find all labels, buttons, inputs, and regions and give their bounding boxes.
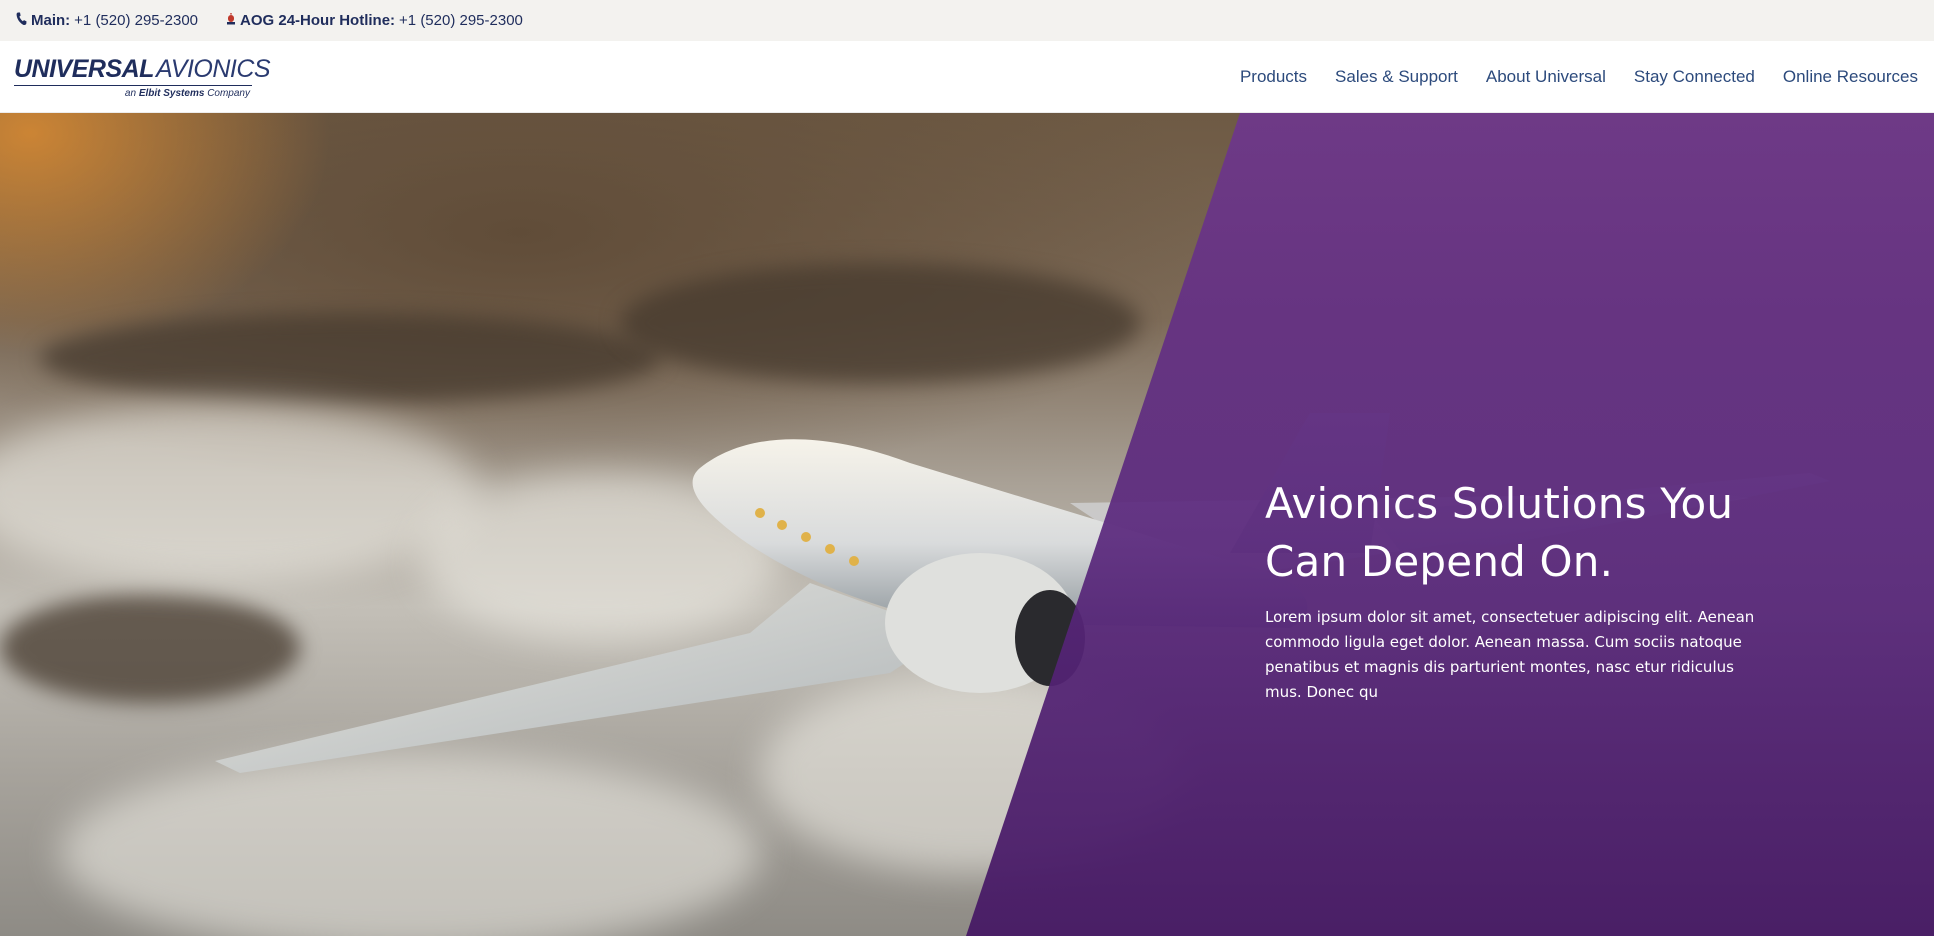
utility-bar: Main: +1 (520) 295-2300 AOG 24-Hour Hotl… xyxy=(0,0,1934,41)
logo-tagline-prefix: an xyxy=(124,87,137,99)
main-phone-item[interactable]: Main: +1 (520) 295-2300 xyxy=(16,12,198,30)
aog-hotline-number[interactable]: +1 (520) 295-2300 xyxy=(399,12,523,29)
main-nav: Products Sales & Support About Universal… xyxy=(1212,67,1918,87)
nav-item-online-resources[interactable]: Online Resources xyxy=(1783,67,1918,87)
siren-icon xyxy=(226,12,236,29)
hero-banner: Avionics Solutions You Can Depend On. Lo… xyxy=(0,113,1934,936)
logo-tagline-brand: Elbit Systems xyxy=(138,87,205,99)
phone-icon xyxy=(16,12,27,30)
hero-title: Avionics Solutions You Can Depend On. xyxy=(1265,475,1785,591)
aog-hotline-item[interactable]: AOG 24-Hour Hotline: +1 (520) 295-2300 xyxy=(226,12,523,29)
mountain-shape xyxy=(620,263,1140,383)
main-phone-label: Main: xyxy=(31,12,71,29)
hero-title-line-2: Can Depend On. xyxy=(1265,537,1614,586)
nav-item-stay-connected[interactable]: Stay Connected xyxy=(1634,67,1755,87)
hero-content: Avionics Solutions You Can Depend On. Lo… xyxy=(1265,475,1785,705)
main-phone-number[interactable]: +1 (520) 295-2300 xyxy=(74,12,198,29)
logo-wordmark: UNIVERSAL AVIONICS xyxy=(14,54,271,86)
logo-tagline-suffix: Company xyxy=(207,87,250,99)
logo-word-avionics: AVIONICS xyxy=(155,54,271,83)
hero-description: Lorem ipsum dolor sit amet, consectetuer… xyxy=(1265,608,1755,701)
nav-item-products[interactable]: Products xyxy=(1240,67,1307,87)
logo-word-universal: UNIVERSAL xyxy=(14,54,154,83)
logo-tagline: an Elbit Systems Company xyxy=(125,88,252,99)
hero-title-line-1: Avionics Solutions You xyxy=(1265,479,1734,528)
nav-item-sales-support[interactable]: Sales & Support xyxy=(1335,67,1458,87)
site-header: UNIVERSAL AVIONICS an Elbit Systems Comp… xyxy=(0,41,1934,113)
universal-avionics-logo[interactable]: UNIVERSAL AVIONICS an Elbit Systems Comp… xyxy=(14,54,271,99)
aog-hotline-label: AOG 24-Hour Hotline: xyxy=(240,12,396,29)
nav-item-about-universal[interactable]: About Universal xyxy=(1486,67,1606,87)
